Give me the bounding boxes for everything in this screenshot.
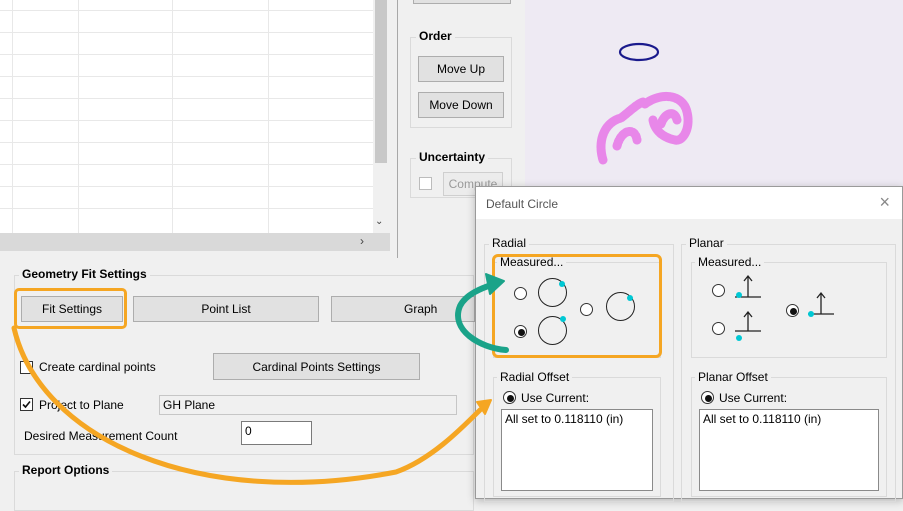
teal-arrow	[455, 281, 509, 353]
teal-arrowhead-icon	[485, 273, 505, 295]
orange-arrow	[11, 325, 483, 485]
annotation-arrows	[11, 273, 509, 485]
